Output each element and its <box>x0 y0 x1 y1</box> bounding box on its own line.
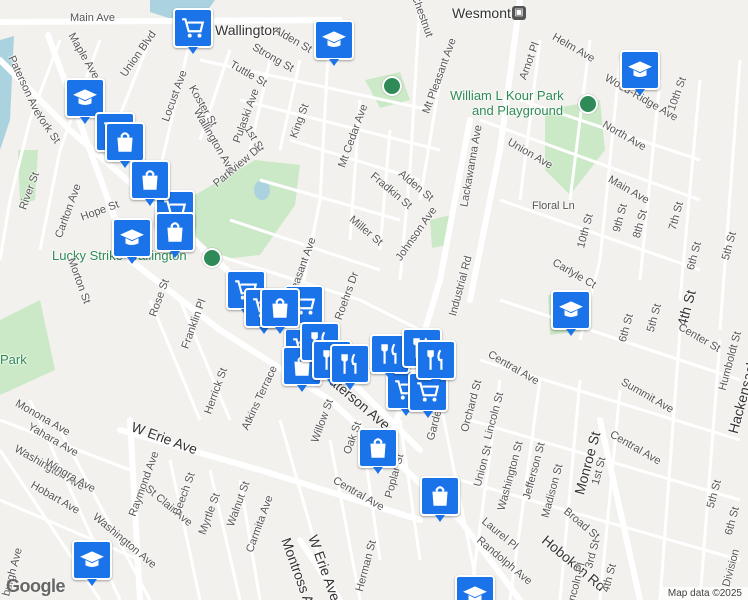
park-area <box>195 160 300 260</box>
shopping-bag-pin-icon[interactable] <box>105 122 145 168</box>
restaurant-pin-icon[interactable] <box>416 340 456 386</box>
shopping-bag-pin-icon[interactable] <box>155 212 195 258</box>
google-logo: Google <box>6 576 66 596</box>
park-poi-icon[interactable] <box>382 76 402 96</box>
shopping-bag-pin-icon[interactable] <box>260 288 300 334</box>
school-pin-icon[interactable] <box>72 540 112 586</box>
bowling-poi-icon[interactable] <box>202 248 222 268</box>
shopping-bag-pin-icon[interactable] <box>420 476 460 522</box>
school-pin-icon[interactable] <box>455 575 495 600</box>
park-area <box>0 300 55 395</box>
school-pin-icon[interactable] <box>112 218 152 264</box>
grocery-cart-pin-icon[interactable] <box>173 8 213 54</box>
river <box>0 36 14 150</box>
restaurant-pin-icon[interactable] <box>330 344 370 390</box>
train-station-icon[interactable]: ▣ <box>512 6 526 20</box>
shopping-bag-pin-icon[interactable] <box>130 160 170 206</box>
park-poi-icon[interactable] <box>578 94 598 114</box>
map-attribution[interactable]: Map data ©2025 <box>661 587 748 600</box>
shopping-bag-pin-icon[interactable] <box>358 428 398 474</box>
map-canvas[interactable]: Main Ave Wallington Wesmont ▣ William L … <box>0 0 748 600</box>
school-pin-icon[interactable] <box>620 50 660 96</box>
school-pin-icon[interactable] <box>314 20 354 66</box>
school-pin-icon[interactable] <box>551 290 591 336</box>
